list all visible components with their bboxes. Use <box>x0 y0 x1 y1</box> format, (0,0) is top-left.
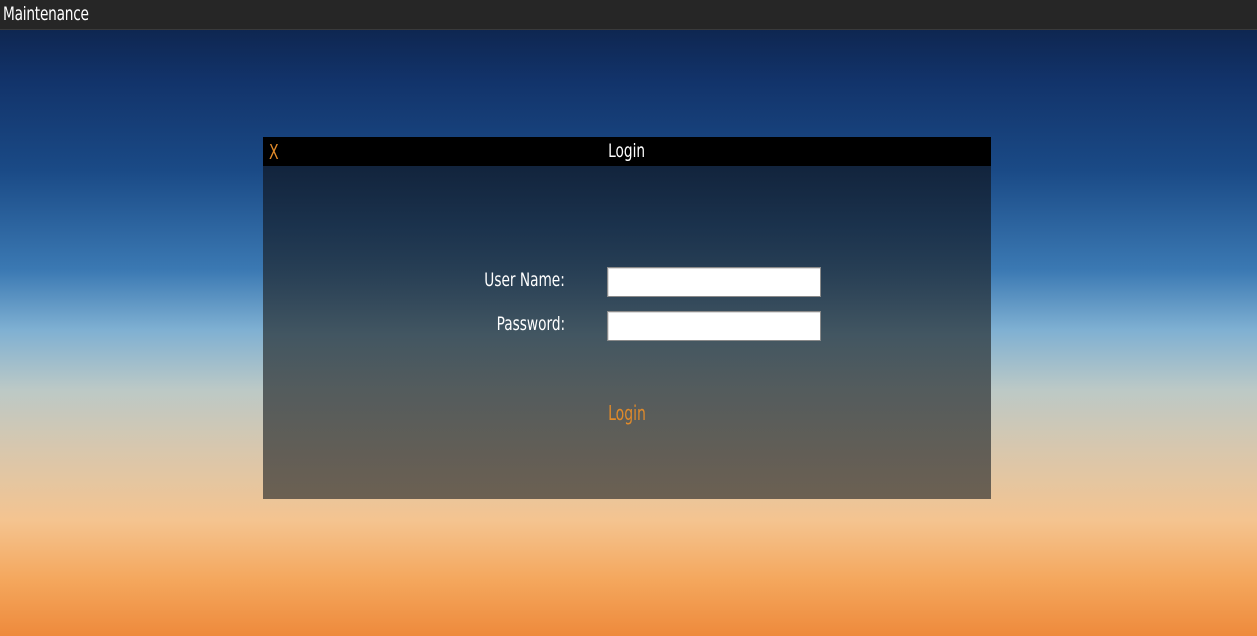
password-input[interactable] <box>607 311 821 341</box>
login-dialog: X Login User Name: Password: Login <box>263 137 991 499</box>
login-button[interactable]: Login <box>608 401 646 425</box>
dialog-title: Login <box>608 140 646 162</box>
dialog-header: X Login <box>263 137 991 166</box>
login-button-container: Login <box>263 401 991 425</box>
username-label-container: User Name: <box>385 269 565 291</box>
dialog-title-container: Login <box>263 140 991 162</box>
password-label-container: Password: <box>385 313 565 335</box>
app-title: Maintenance <box>3 3 89 25</box>
app-titlebar: Maintenance <box>0 0 1257 30</box>
username-input[interactable] <box>607 267 821 297</box>
password-label: Password: <box>496 313 565 335</box>
username-label: User Name: <box>484 269 565 291</box>
